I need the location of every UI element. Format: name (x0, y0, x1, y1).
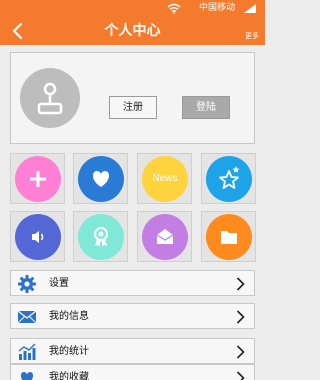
envelope-icon (17, 310, 37, 324)
page-title: 个人中心 (104, 23, 161, 39)
signal-icon (244, 4, 256, 13)
menu-item-my-info-label: 我的信息 (49, 311, 89, 322)
grid-item-star[interactable] (201, 153, 256, 204)
grid-item-favorite[interactable] (73, 153, 128, 204)
login-button[interactable]: 登陆 (182, 96, 230, 119)
volume-icon (32, 231, 44, 243)
plus-icon (30, 171, 46, 187)
grid-item-badge[interactable] (73, 211, 128, 262)
grid-item-folder[interactable] (201, 211, 256, 262)
menu-item-my-stats[interactable]: 我的统计 (10, 338, 255, 364)
more-button[interactable]: 更多 (245, 32, 259, 41)
menu-item-my-favorites-label: 我的收藏 (49, 372, 89, 380)
chevron-right-icon (236, 277, 245, 291)
menu-item-my-stats-label: 我的统计 (49, 346, 89, 357)
wifi-icon (167, 3, 181, 14)
joystick-icon (37, 82, 63, 115)
chevron-right-icon (236, 310, 245, 324)
register-button[interactable]: 注册 (109, 96, 157, 119)
folder-icon (221, 231, 237, 244)
menu-item-my-info[interactable]: 我的信息 (10, 303, 255, 329)
avatar[interactable] (20, 68, 80, 128)
menu-item-my-favorites[interactable]: 我的收藏 (10, 364, 255, 380)
heart-icon (92, 171, 110, 187)
grid-item-news[interactable]: News (137, 153, 192, 204)
star-icon (219, 166, 240, 189)
grid-item-add[interactable] (10, 153, 65, 204)
status-bar: 中国移动 (0, 0, 265, 17)
grid-item-volume[interactable] (10, 211, 65, 262)
medal-icon (94, 227, 108, 247)
nav-bar: 个人中心 更多 (0, 17, 265, 45)
heart-icon (21, 372, 33, 380)
chevron-right-icon (236, 371, 245, 380)
chevron-right-icon (236, 345, 245, 359)
menu-item-settings-label: 设置 (49, 278, 69, 289)
open-envelope-icon (156, 229, 174, 244)
news-label: News (152, 173, 178, 184)
carrier-name: 中国移动 (198, 3, 235, 13)
menu-item-settings[interactable]: 设置 (10, 270, 255, 296)
profile-card: 注册 登陆 (10, 52, 255, 144)
grid-item-mail[interactable] (137, 211, 192, 262)
gear-icon (18, 275, 36, 293)
bar-chart-icon (18, 343, 36, 360)
